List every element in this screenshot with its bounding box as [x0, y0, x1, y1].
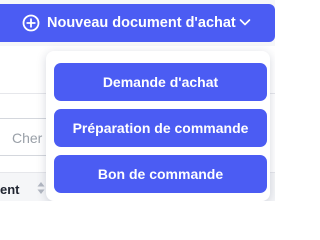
sort-icon[interactable]	[37, 181, 45, 195]
menu-item-order-preparation[interactable]: Préparation de commande	[54, 109, 267, 147]
menu-item-purchase-order[interactable]: Bon de commande	[54, 155, 267, 193]
chevron-down-icon	[237, 14, 253, 30]
new-purchase-document-label: Nouveau document d'achat	[47, 15, 236, 31]
menu-item-purchase-request[interactable]: Demande d'achat	[54, 63, 267, 101]
new-purchase-document-button[interactable]: Nouveau document d'achat	[0, 4, 275, 42]
plus-circle-icon	[22, 14, 40, 32]
new-document-dropdown-menu: Demande d'achat Préparation de commande …	[46, 51, 270, 201]
page: Nouveau document d'achat ent Demande d'a…	[0, 0, 275, 201]
table-header-cell: ent	[0, 182, 20, 197]
